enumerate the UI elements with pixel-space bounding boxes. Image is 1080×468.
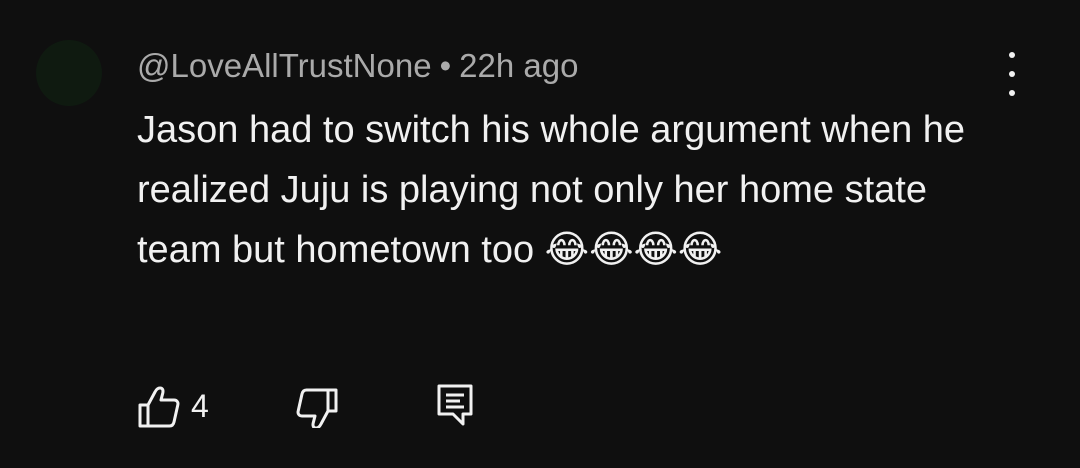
comment-card: @LoveAllTrustNone • 22h ago Jason had to s… xyxy=(0,0,1080,468)
separator-dot: • xyxy=(439,47,452,84)
author-handle[interactable]: @LoveAllTrustNone xyxy=(137,47,432,84)
comment-time: 22h ago xyxy=(459,47,579,84)
comment-text: Jason had to switch his whole argument w… xyxy=(137,109,966,271)
reply-button[interactable] xyxy=(435,384,475,428)
more-vert-icon[interactable] xyxy=(998,52,1026,96)
thumb-down-icon xyxy=(295,384,339,428)
reply-icon xyxy=(435,384,475,428)
avatar[interactable] xyxy=(36,40,102,106)
dislike-button[interactable] xyxy=(295,384,339,428)
like-count: 4 xyxy=(191,387,209,424)
comment-header: @LoveAllTrustNone • 22h ago xyxy=(137,44,578,88)
like-button[interactable]: 4 xyxy=(137,384,209,428)
thumb-up-icon xyxy=(137,384,181,428)
